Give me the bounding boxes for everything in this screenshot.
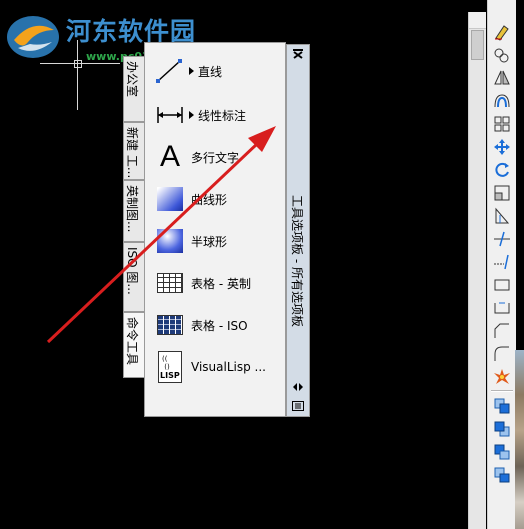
palette-tabs: 办公室 新建 工... 英制图... ISO 图... 命令工具	[120, 42, 144, 382]
tab-label: 新建 工...	[125, 127, 139, 179]
crosshair-pickbox	[74, 60, 82, 68]
line-icon	[156, 59, 182, 83]
move-icon[interactable]	[492, 137, 512, 157]
tool-label: 多行文字	[191, 150, 240, 165]
desktop-background-strip	[515, 350, 524, 529]
palette-title-bar[interactable]: 工具选项板 - 所有选项板	[286, 44, 310, 417]
lisp-parens: (( ()	[162, 355, 170, 371]
table-imperial-icon	[157, 273, 183, 293]
tab-command-tools[interactable]: 命令工具	[123, 312, 144, 378]
stretch-icon[interactable]	[492, 206, 512, 226]
tool-curve-gradient[interactable]: 曲线形	[153, 181, 283, 217]
draworder-above-icon[interactable]	[492, 442, 512, 462]
visuallisp-icon: (( () LISP	[158, 351, 182, 383]
fillet-icon[interactable]	[492, 344, 512, 364]
tool-hemisphere-gradient[interactable]: 半球形	[153, 223, 283, 259]
scroll-up-button[interactable]	[469, 12, 486, 29]
trim-icon[interactable]	[492, 229, 512, 249]
mtext-glyph: A	[159, 140, 180, 173]
auto-hide-icon[interactable]	[292, 383, 304, 391]
tool-linear-dimension[interactable]: 线性标注	[153, 97, 283, 133]
tool-table-iso[interactable]: 表格 - ISO	[153, 307, 283, 343]
watermark-logo-icon	[7, 16, 59, 58]
curve-gradient-icon	[157, 187, 183, 211]
explode-icon[interactable]	[492, 367, 512, 387]
tab-iso-drawing[interactable]: ISO 图...	[123, 242, 144, 312]
hemisphere-gradient-icon	[157, 229, 183, 253]
draworder-front-icon[interactable]	[492, 396, 512, 416]
tool-label: VisualLisp ...	[191, 360, 266, 374]
flyout-arrow-icon	[189, 111, 194, 119]
table-iso-icon	[157, 315, 183, 335]
tool-palette: 办公室 新建 工... 英制图... ISO 图... 命令工具 直线 线性标注…	[120, 42, 310, 417]
scroll-thumb[interactable]	[471, 30, 484, 60]
vertical-scrollbar[interactable]	[468, 12, 486, 529]
copy-icon[interactable]	[492, 45, 512, 65]
tool-label: 曲线形	[191, 192, 228, 207]
linear-dimension-icon	[157, 107, 183, 123]
scale-icon[interactable]	[492, 183, 512, 203]
break-icon[interactable]	[492, 275, 512, 295]
rotate-icon[interactable]	[492, 160, 512, 180]
crosshair-vertical	[77, 40, 78, 110]
palette-title: 工具选项板 - 所有选项板	[288, 195, 310, 345]
tool-label: 半球形	[191, 234, 228, 249]
draworder-under-icon[interactable]	[492, 465, 512, 485]
tool-label: 直线	[198, 64, 223, 79]
tab-label: 英制图...	[125, 185, 139, 233]
properties-menu-icon[interactable]	[292, 401, 304, 411]
tab-label: 命令工具	[125, 317, 139, 366]
mtext-icon: A	[153, 140, 187, 173]
close-icon[interactable]	[292, 49, 304, 59]
tab-label: ISO 图...	[125, 247, 139, 295]
tool-mtext[interactable]: A 多行文字	[153, 139, 283, 175]
tab-imperial-drawing[interactable]: 英制图...	[123, 180, 144, 242]
palette-title-text: 工具选项板 - 所有选项板	[290, 195, 304, 327]
tab-new-tools[interactable]: 新建 工...	[123, 122, 144, 180]
erase-icon[interactable]	[492, 22, 512, 42]
draworder-back-icon[interactable]	[492, 419, 512, 439]
tool-label: 表格 - 英制	[191, 276, 251, 291]
join-icon[interactable]	[492, 298, 512, 318]
extend-icon[interactable]	[492, 252, 512, 272]
tab-label: 办公室	[125, 61, 139, 98]
flyout-arrow-icon	[189, 67, 194, 75]
tool-visuallisp[interactable]: (( () LISP VisualLisp ...	[153, 349, 283, 385]
palette-content: 直线 线性标注 A 多行文字 曲线形 半球形 表格 - 英制 表格 - ISO …	[144, 42, 286, 417]
tool-label: 表格 - ISO	[191, 318, 248, 333]
mirror-icon[interactable]	[492, 68, 512, 88]
offset-icon[interactable]	[492, 91, 512, 111]
tool-table-imperial[interactable]: 表格 - 英制	[153, 265, 283, 301]
tool-label: 线性标注	[198, 108, 247, 123]
modify-toolbar	[487, 0, 516, 529]
lisp-glyph: LISP	[160, 371, 180, 380]
array-icon[interactable]	[492, 114, 512, 134]
tab-office[interactable]: 办公室	[123, 56, 144, 122]
tool-line[interactable]: 直线	[153, 53, 283, 89]
chamfer-icon[interactable]	[492, 321, 512, 341]
